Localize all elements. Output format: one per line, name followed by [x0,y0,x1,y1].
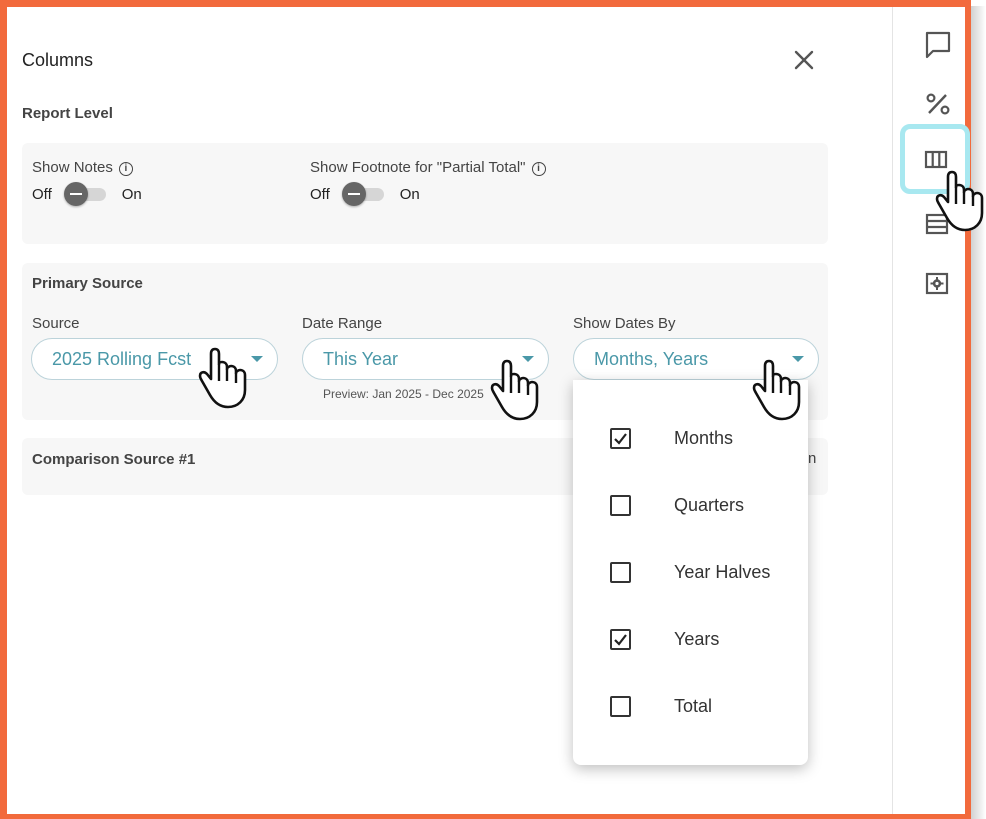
show-dates-by-menu: Months Quarters Year Halves Years Total [573,380,808,765]
toggle-knob [341,182,366,206]
menu-option-years[interactable]: Years [573,615,808,665]
panel-title: Columns [22,50,94,70]
date-range-select-value: This Year [323,349,399,369]
comparison-source-heading: Comparison Source #1 [32,451,196,468]
right-toolbar [892,7,970,814]
source-select[interactable]: 2025 Rolling Fcst [31,338,278,380]
checkbox-year-halves[interactable] [610,562,631,583]
checkbox-years[interactable] [610,629,631,650]
menu-option-label: Months [674,428,734,448]
checkbox-total[interactable] [610,696,631,717]
menu-option-label: Quarters [674,495,745,515]
show-notes-toggle-row: Off On [32,182,142,206]
menu-option-label: Year Halves [674,562,771,582]
close-icon [794,50,814,70]
toggle-on-label: On [399,185,420,203]
chevron-down-icon [251,356,263,362]
toggle-knob [63,182,88,206]
menu-option-quarters[interactable]: Quarters [573,481,808,531]
date-range-label: Date Range [302,315,383,332]
check-icon [614,634,627,646]
chevron-down-icon [522,356,534,362]
menu-option-year-halves[interactable]: Year Halves [573,548,808,598]
checkbox-months[interactable] [610,428,631,449]
show-footnote-toggle[interactable] [341,182,384,206]
comparison-source-trailing-text: n [808,450,817,467]
rows-button[interactable] [907,194,967,254]
toggle-on-label: On [121,185,142,203]
close-button[interactable] [790,46,818,74]
show-notes-label-text: Show Notes [32,159,113,176]
settings-button[interactable] [907,254,967,314]
source-select-value: 2025 Rolling Fcst [52,349,192,369]
show-notes-toggle[interactable] [63,182,106,206]
notes-button[interactable] [907,15,967,75]
date-range-select[interactable]: This Year [302,338,549,380]
show-footnote-label: Show Footnote for "Partial Total" i [310,159,546,176]
columns-icon [924,150,948,169]
date-range-preview: Preview: Jan 2025 - Dec 2025 [323,387,484,401]
report-level-heading: Report Level [22,105,113,122]
checkbox-quarters[interactable] [610,495,631,516]
primary-source-heading: Primary Source [32,275,143,292]
info-icon[interactable]: i [118,162,133,176]
show-dates-by-select[interactable]: Months, Years [573,338,819,380]
source-label: Source [32,315,80,332]
toggle-off-label: Off [32,185,52,203]
frame-shadow [971,6,986,819]
show-dates-by-select-value: Months, Years [594,349,709,369]
check-icon [614,433,627,445]
columns-button[interactable] [900,124,970,194]
show-notes-label: Show Notes i [32,159,133,176]
comment-icon [925,31,951,59]
rows-icon [925,213,949,235]
info-icon[interactable]: i [531,162,546,176]
menu-option-label: Years [674,629,720,649]
menu-option-label: Total [674,696,713,716]
menu-option-months[interactable]: Months [573,414,808,464]
show-footnote-label-text: Show Footnote for "Partial Total" [310,159,526,176]
chevron-down-icon [792,356,804,362]
show-dates-by-label: Show Dates By [573,315,676,332]
menu-option-total[interactable]: Total [573,682,808,732]
settings-icon [925,272,949,295]
toggle-off-label: Off [310,185,330,203]
show-footnote-toggle-row: Off On [310,182,420,206]
